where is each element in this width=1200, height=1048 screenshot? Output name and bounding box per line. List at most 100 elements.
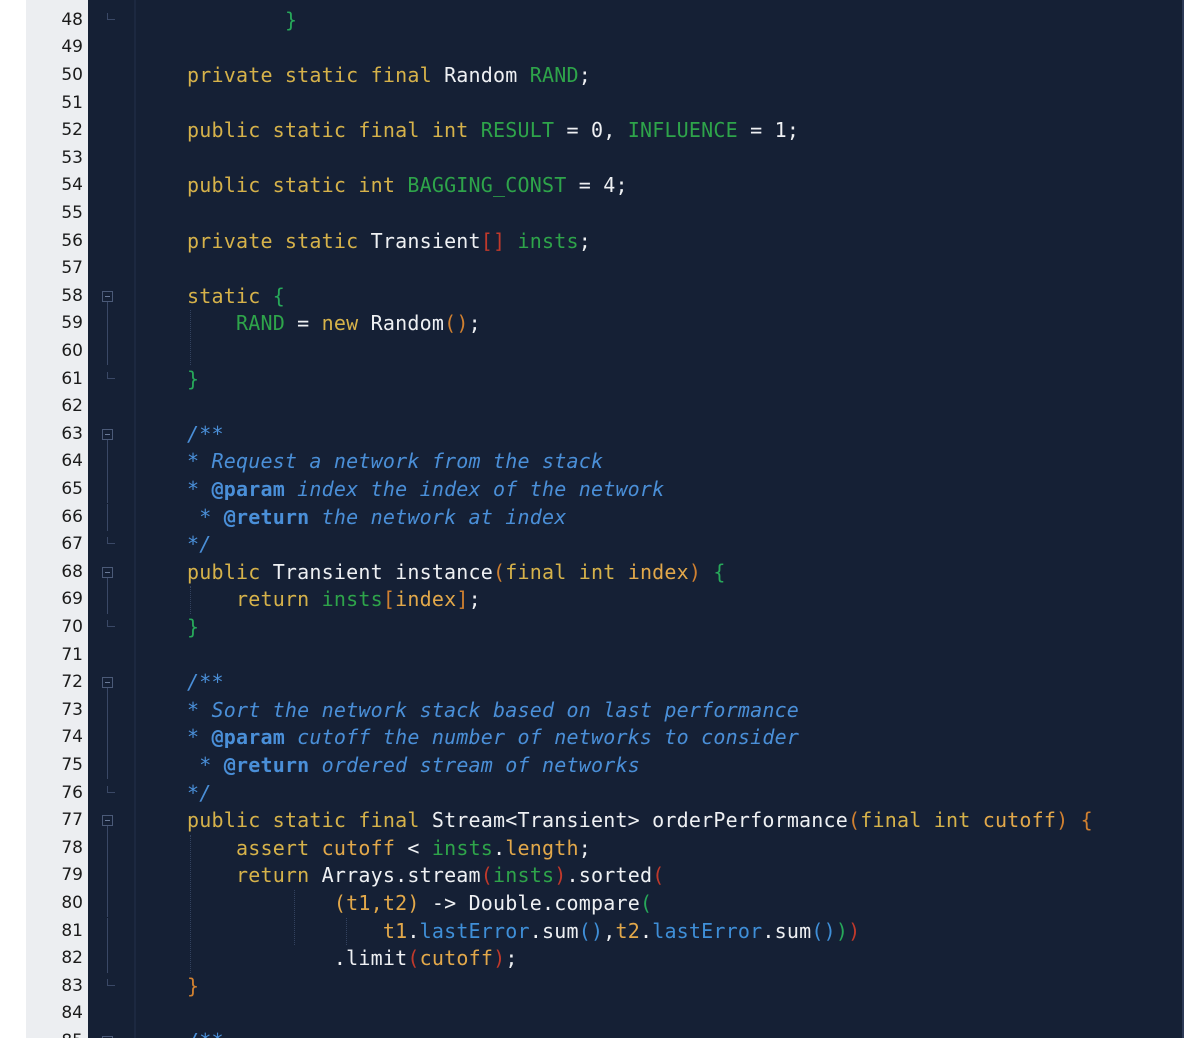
code-line[interactable]: 61}	[26, 366, 1184, 394]
line-number: 81	[61, 920, 83, 941]
code-token: =	[284, 311, 322, 336]
code-line[interactable]: 69 return insts[index];	[26, 586, 1184, 614]
code-line[interactable]: 77 public static final Stream<Transient> …	[26, 807, 1184, 835]
code-line[interactable]: 72 /**	[26, 669, 1184, 697]
code-text[interactable]: RAND = new Random();	[187, 310, 481, 338]
code-text[interactable]: /**	[187, 669, 224, 697]
fold-toggle-icon[interactable]	[102, 815, 113, 827]
code-text[interactable]: /**	[187, 421, 224, 449]
fold-toggle-icon[interactable]	[102, 566, 113, 578]
code-line[interactable]: 67 */	[26, 531, 1184, 559]
code-line[interactable]: 65 * @param index the index of the networ…	[26, 475, 1184, 504]
code-text[interactable]: (t1,t2) -> Double.compare(	[187, 890, 652, 918]
code-line[interactable]: 79 return Arrays.stream(insts).sorted(	[26, 862, 1184, 890]
code-line[interactable]: 75 * @return ordered stream of networks	[26, 751, 1184, 780]
fold-toggle-icon[interactable]	[102, 1035, 113, 1038]
code-token: .	[493, 835, 506, 860]
code-token: ;	[786, 118, 800, 143]
code-text[interactable]: /**	[187, 1028, 224, 1038]
code-text[interactable]: * @return ordered stream of networks	[187, 752, 640, 780]
code-line[interactable]: 52 public static final int RESULT = 0, IN…	[26, 117, 1184, 145]
code-text[interactable]: public static final Stream<Transient> or…	[187, 807, 1093, 835]
code-line[interactable]: 49	[26, 34, 1184, 62]
code-token: cutoff	[321, 835, 396, 860]
code-text[interactable]: */	[187, 531, 211, 559]
code-line[interactable]: 63 /**	[26, 421, 1184, 449]
code-text[interactable]: * @param index the index of the network	[187, 476, 664, 504]
code-line[interactable]: 53	[26, 145, 1184, 173]
line-number: 80	[61, 892, 83, 913]
code-text[interactable]: }	[187, 614, 199, 642]
code-editor[interactable]: 48 } 49 50 private static final Random RAND…	[26, 0, 1184, 1038]
code-token: ;	[468, 311, 481, 336]
code-line[interactable]: 64 * Request a network from the stack	[26, 448, 1184, 476]
code-text[interactable]: public static final int RESULT = 0, INFL…	[187, 117, 799, 145]
line-number: 67	[61, 534, 83, 555]
code-token: ;	[578, 228, 591, 253]
code-text[interactable]: }	[187, 973, 199, 1001]
code-line[interactable]: 73 * Sort the network stack based on last…	[26, 696, 1184, 725]
code-text[interactable]: return insts[index];	[187, 586, 481, 614]
fold-toggle-icon[interactable]	[102, 677, 113, 689]
code-text[interactable]: private static final Random RAND;	[187, 62, 591, 90]
code-text[interactable]: static {	[187, 283, 285, 311]
indent-guide	[190, 310, 191, 366]
code-token: length	[505, 835, 579, 860]
code-line[interactable]: 80 (t1,t2) -> Double.compare(	[26, 889, 1184, 918]
code-text[interactable]: public static int BAGGING_CONST = 4;	[187, 172, 628, 200]
fold-toggle-icon[interactable]	[102, 290, 113, 302]
line-number: 74	[61, 727, 83, 748]
code-token: ()	[578, 918, 604, 943]
code-token: Transient	[370, 228, 481, 253]
code-line[interactable]: 58 static {	[26, 283, 1184, 311]
code-line[interactable]: 66 * @return the network at index	[26, 503, 1184, 532]
code-text[interactable]: private static Transient[] insts;	[187, 228, 591, 256]
code-text[interactable]: * @param cutoff the number of networks t…	[187, 724, 799, 752]
code-line[interactable]: 76 */	[26, 780, 1184, 808]
code-text[interactable]: * Request a network from the stack	[187, 448, 603, 476]
code-line[interactable]: 68 public Transient instance(final int in…	[26, 559, 1184, 587]
fold-line	[107, 945, 108, 973]
code-line[interactable]: 74 * @param cutoff the number of networks…	[26, 724, 1184, 752]
code-line[interactable]: 56 private static Transient[] insts;	[26, 228, 1184, 256]
code-line[interactable]: 60	[26, 337, 1184, 366]
code-line[interactable]: 48 }	[26, 7, 1184, 35]
code-line[interactable]: 85 /**	[26, 1028, 1184, 1038]
code-token: BAGGING_CONST	[407, 173, 567, 198]
code-text[interactable]: public Transient instance(final int inde…	[187, 559, 726, 587]
code-line[interactable]: 55	[26, 200, 1184, 228]
code-text[interactable]: }	[187, 366, 199, 394]
code-line[interactable]: 83}	[26, 973, 1184, 1001]
code-token: }	[284, 7, 298, 32]
code-line[interactable]: 71	[26, 642, 1184, 670]
code-token: (	[480, 863, 494, 888]
code-text[interactable]: return Arrays.stream(insts).sorted(	[187, 862, 664, 890]
code-text[interactable]: * Sort the network stack based on last p…	[187, 697, 799, 725]
code-line[interactable]: 70}	[26, 614, 1184, 642]
code-text[interactable]: */	[187, 780, 211, 808]
code-line[interactable]: 54 public static int BAGGING_CONST = 4;	[26, 172, 1184, 200]
code-text[interactable]: * @return the network at index	[187, 504, 566, 532]
line-number: 70	[61, 616, 83, 637]
code-text[interactable]: assert cutoff < insts.length;	[187, 835, 591, 863]
fold-line	[107, 862, 108, 890]
code-token: *	[187, 725, 212, 750]
code-line[interactable]: 59 RAND = new Random();	[26, 310, 1184, 338]
code-line[interactable]: 62	[26, 393, 1184, 421]
code-line[interactable]: 51	[26, 90, 1184, 118]
code-line[interactable]: 78 assert cutoff < insts.length;	[26, 834, 1184, 863]
code-line[interactable]: 84	[26, 1000, 1184, 1028]
code-line[interactable]: 57	[26, 255, 1184, 283]
code-line[interactable]: 82 .limit(cutoff);	[26, 945, 1184, 973]
code-text[interactable]: }	[187, 7, 297, 35]
fold-toggle-icon[interactable]	[102, 428, 113, 440]
fold-end-marker	[107, 537, 115, 545]
code-text[interactable]: t1.lastError.sum(),t2.lastError.sum()))	[187, 918, 860, 946]
code-text[interactable]: .limit(cutoff);	[187, 945, 518, 973]
code-line[interactable]: 50 private static final Random RAND;	[26, 62, 1184, 90]
indent-guide	[346, 917, 347, 946]
code-line[interactable]: 81 t1.lastError.sum(),t2.lastError.sum()…	[26, 917, 1184, 946]
